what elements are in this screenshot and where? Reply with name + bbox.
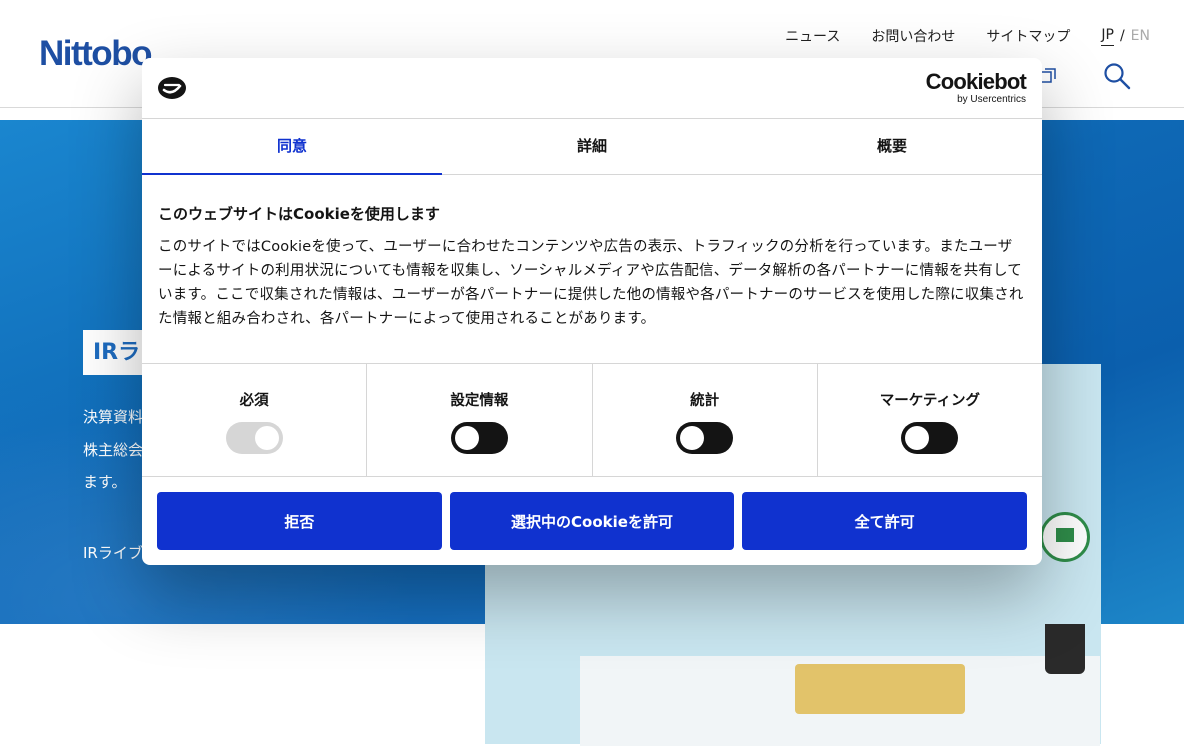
dialog-body: このウェブサイトはCookieを使用します このサイトではCookieを使って、…: [142, 175, 1042, 364]
dialog-header: Cookiebot by Usercentrics: [142, 58, 1042, 119]
deny-button[interactable]: 拒否: [157, 492, 442, 550]
toggle-cell-marketing: マーケティング: [818, 364, 1042, 476]
illustration-book: [795, 664, 965, 714]
allow-selection-button[interactable]: 選択中のCookieを許可: [449, 492, 735, 550]
toggle-knob: [680, 426, 705, 450]
toggle-knob: [454, 426, 479, 450]
cookiebot-name: Cookiebot: [925, 69, 1027, 94]
cookiebot-logo[interactable]: Cookiebot by Usercentrics: [925, 69, 1027, 106]
toggle-marketing[interactable]: [901, 422, 959, 454]
toggle-label-preferences: 設定情報: [450, 393, 509, 409]
dialog-description: このサイトではCookieを使って、ユーザーに合わせたコンテンツや広告の表示、ト…: [158, 239, 1024, 327]
cookie-consent-dialog: Cookiebot by Usercentrics 同意 詳細 概要 このウェブ…: [142, 58, 1042, 565]
tab-consent[interactable]: 同意: [142, 119, 442, 175]
dialog-heading: このウェブサイトはCookieを使用します: [158, 205, 440, 223]
allow-all-button[interactable]: 全て許可: [742, 492, 1028, 550]
illustration-plant-pot: [1045, 624, 1085, 674]
dialog-tabs: 同意 詳細 概要: [142, 119, 1042, 175]
toggle-label-marketing: マーケティング: [879, 393, 981, 409]
toggle-knob: [254, 426, 279, 450]
dialog-buttons: 拒否 選択中のCookieを許可 全て許可: [142, 477, 1042, 565]
tab-details[interactable]: 詳細: [442, 119, 742, 174]
cookie-brand-icon: [158, 77, 186, 99]
toggle-cell-preferences: 設定情報: [367, 364, 593, 476]
toggle-label-necessary: 必須: [239, 393, 269, 409]
toggle-label-statistics: 統計: [690, 393, 720, 409]
toggle-cell-statistics: 統計: [593, 364, 818, 476]
cookiebot-subtitle: by Usercentrics: [957, 94, 1026, 105]
toggle-cell-necessary: 必須: [142, 364, 368, 476]
toggle-necessary: [225, 422, 283, 454]
toggle-knob: [905, 426, 930, 450]
tab-about[interactable]: 概要: [742, 119, 1042, 174]
toggle-statistics[interactable]: [676, 422, 734, 454]
consent-toggles: 必須 設定情報 統計 マーケティング: [142, 364, 1042, 477]
toggle-preferences[interactable]: [450, 422, 508, 454]
